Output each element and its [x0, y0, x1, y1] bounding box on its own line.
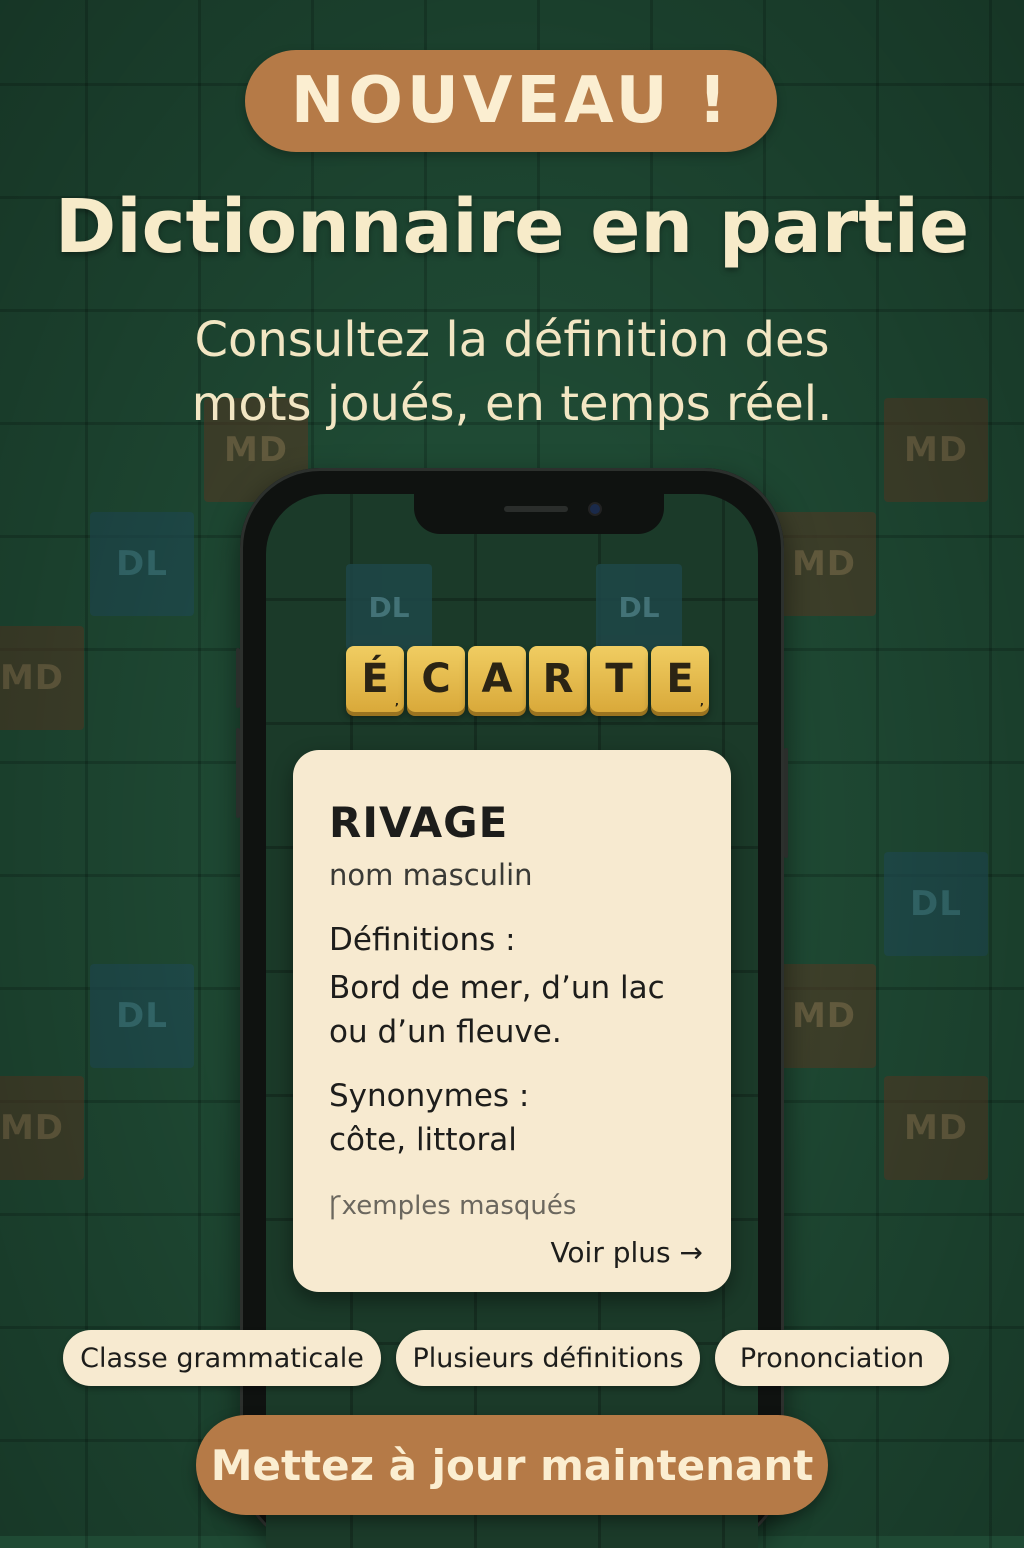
letter-tile: T — [590, 646, 648, 712]
board-cell-dl: DL — [346, 564, 432, 650]
synonyms-label: Synonymes : — [329, 1078, 530, 1114]
subtitle-line: mots joués, en temps réel. — [191, 376, 833, 432]
letter-tile: R — [529, 646, 587, 712]
tile-points: , — [394, 695, 399, 708]
board-cell-md: MD — [772, 512, 876, 616]
phone-side-button — [236, 648, 240, 708]
subtitle-line: Consultez la définition des — [194, 312, 830, 368]
definition-card: RIVAGE nom masculin Définitions : Bord d… — [293, 750, 731, 1292]
feature-chip-grammar: Classe grammaticale — [63, 1330, 381, 1386]
tile-letter: C — [421, 656, 451, 702]
letter-tile: É, — [346, 646, 404, 712]
tile-letter: T — [605, 656, 633, 702]
board-cell-dl: DL — [90, 512, 194, 616]
defined-word: RIVAGE — [329, 798, 509, 847]
board-cell-dl: DL — [884, 852, 988, 956]
definition-line: ou d’un fleuve. — [329, 1014, 562, 1050]
phone-side-button — [236, 728, 240, 818]
tile-points: , — [699, 695, 704, 708]
board-cell-md: MD — [884, 1076, 988, 1180]
tile-letter: E — [666, 656, 694, 702]
see-more-link[interactable]: Voir plus → — [550, 1236, 703, 1269]
speaker-grille — [504, 506, 568, 512]
definitions-label: Définitions : — [329, 922, 516, 958]
tile-letter: R — [542, 656, 574, 702]
feature-chip-definitions: Plusieurs définitions — [396, 1330, 700, 1386]
phone-side-button — [784, 748, 788, 858]
letter-tile: A — [468, 646, 526, 712]
new-badge: NOUVEAU ! — [245, 50, 777, 152]
page-title: Dictionnaire en partie — [54, 184, 970, 270]
word-tiles: É, C A R T E, — [346, 646, 709, 712]
board-cell-md: MD — [0, 1076, 84, 1180]
phone-notch — [414, 494, 664, 534]
tile-letter: É — [361, 656, 389, 702]
tile-letter: A — [481, 656, 513, 702]
letter-tile: C — [407, 646, 465, 712]
examples-hidden-text: Ꞅxemples masqués — [329, 1191, 577, 1221]
board-cell-dl: DL — [596, 564, 682, 650]
part-of-speech: nom masculin — [329, 858, 533, 892]
definition-line: Bord de mer, d’un lac — [329, 970, 665, 1006]
subtitle: Consultez la définition des mots joués, … — [120, 308, 904, 436]
feature-chip-pronunciation: Prononciation — [715, 1330, 949, 1386]
board-cell-dl: DL — [90, 964, 194, 1068]
board-cell-md: MD — [0, 626, 84, 730]
synonyms-text: côte, littoral — [329, 1122, 517, 1158]
definition-text: Bord de mer, d’un lac ou d’un fleuve. — [329, 966, 709, 1054]
update-now-button[interactable]: Mettez à jour maintenant — [196, 1415, 828, 1515]
board-cell-md: MD — [772, 964, 876, 1068]
camera-icon — [590, 504, 600, 514]
letter-tile: E, — [651, 646, 709, 712]
